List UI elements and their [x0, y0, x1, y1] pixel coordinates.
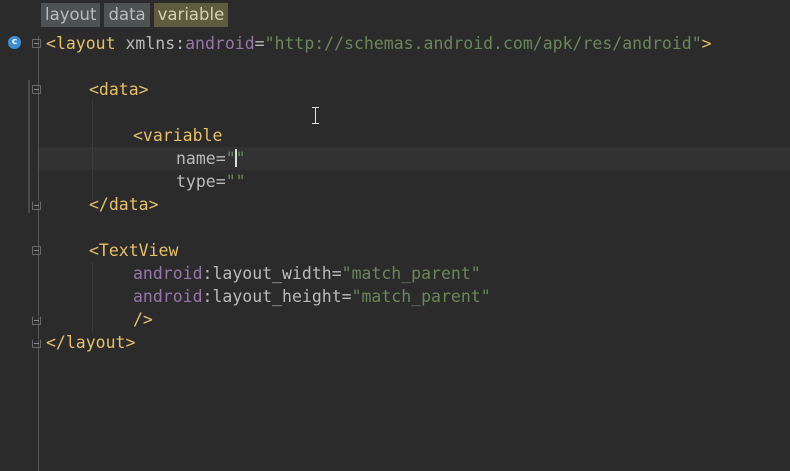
code-line: </layout> — [46, 333, 136, 352]
breadcrumb-item-variable[interactable]: variable — [153, 3, 229, 27]
colon: : — [202, 264, 213, 283]
attribute-name: xmlns — [125, 34, 176, 53]
ibeam-cursor-icon — [311, 107, 320, 124]
code-line: android:layout_height="match_parent" — [133, 285, 491, 308]
fold-end-icon[interactable] — [32, 339, 41, 348]
code-line: <layout xmlns:android="http://schemas.an… — [46, 32, 712, 55]
code-line: android:layout_width="match_parent" — [133, 262, 481, 285]
fold-toggle-icon[interactable] — [32, 39, 41, 48]
code-line: <TextView — [89, 241, 179, 260]
equals: = — [341, 287, 352, 306]
attribute-name: type — [176, 172, 216, 191]
fold-toggle-icon[interactable] — [32, 246, 41, 255]
equals: = — [254, 34, 265, 53]
code-line: name="" — [176, 147, 246, 170]
equals: = — [215, 172, 226, 191]
tag-name: layout — [55, 34, 116, 53]
fold-end-icon[interactable] — [32, 316, 41, 325]
tag-close: > — [701, 34, 712, 53]
colon: : — [202, 287, 213, 306]
code-line: </data> — [89, 195, 159, 214]
code-line: /> — [133, 310, 153, 329]
code-line: type="" — [176, 170, 246, 193]
attribute-value-close-quote: " — [235, 149, 246, 168]
fold-toggle-icon[interactable] — [32, 85, 41, 94]
breadcrumb-item-data[interactable]: data — [104, 3, 150, 27]
code-editor[interactable]: layout data variable c <layout xmlns:and… — [0, 0, 790, 471]
equals: = — [215, 149, 226, 168]
colon: : — [175, 34, 186, 53]
namespace: android — [133, 287, 203, 306]
namespace: android — [185, 34, 255, 53]
indent-guide — [92, 100, 93, 200]
namespace: android — [133, 264, 203, 283]
breadcrumb: layout data variable — [41, 3, 229, 28]
attribute-value: "match_parent" — [351, 287, 491, 306]
change-marker — [28, 80, 30, 213]
attribute-name: name — [176, 149, 216, 168]
attribute-value: "http://schemas.android.com/apk/res/andr… — [264, 34, 702, 53]
attribute-name: layout_width — [212, 264, 332, 283]
attribute-value: "" — [225, 172, 246, 191]
code-line: <variable — [133, 126, 223, 145]
tag-open: < — [46, 34, 56, 53]
attribute-value: "match_parent" — [341, 264, 481, 283]
current-line-highlight — [39, 147, 790, 170]
attribute-name: layout_height — [212, 287, 342, 306]
equals: = — [331, 264, 342, 283]
code-line: <data> — [89, 80, 149, 99]
indent-guide — [92, 262, 93, 332]
class-icon[interactable]: c — [8, 36, 21, 49]
breadcrumb-item-layout[interactable]: layout — [41, 3, 101, 27]
fold-end-icon[interactable] — [32, 201, 41, 210]
